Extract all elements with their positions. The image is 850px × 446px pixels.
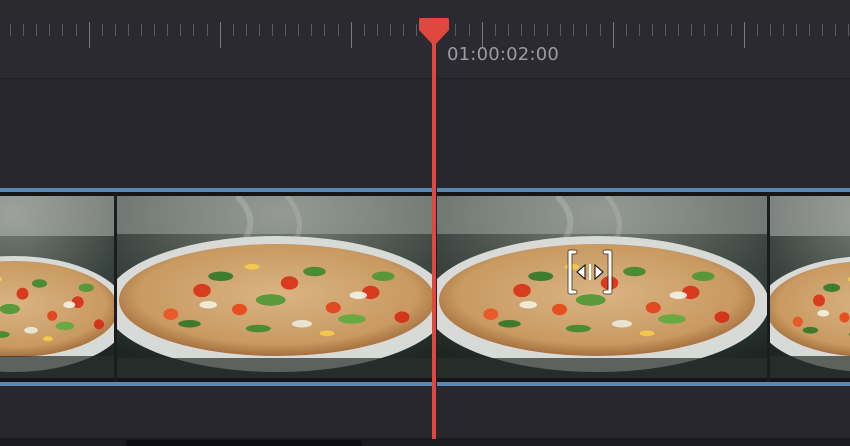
scrollbar-thumb[interactable] bbox=[126, 440, 362, 446]
empty-track-lane[interactable] bbox=[0, 79, 850, 188]
timeline-header-strip bbox=[0, 0, 850, 19]
video-track bbox=[0, 188, 850, 386]
playhead-timecode: 01:00:02:00 bbox=[447, 44, 560, 65]
video-clip[interactable] bbox=[437, 188, 850, 386]
timeline-panel: 01:00:02:00 bbox=[0, 0, 850, 446]
playhead-marker-icon[interactable] bbox=[418, 18, 450, 52]
empty-track-lane[interactable] bbox=[0, 386, 850, 438]
playhead-line[interactable] bbox=[432, 30, 436, 439]
slip-trim-icon bbox=[566, 248, 614, 300]
clip-thumbnail bbox=[0, 196, 114, 378]
video-clip[interactable] bbox=[0, 188, 432, 386]
clip-thumbnail bbox=[117, 196, 432, 378]
clip-thumbnail bbox=[770, 196, 850, 378]
